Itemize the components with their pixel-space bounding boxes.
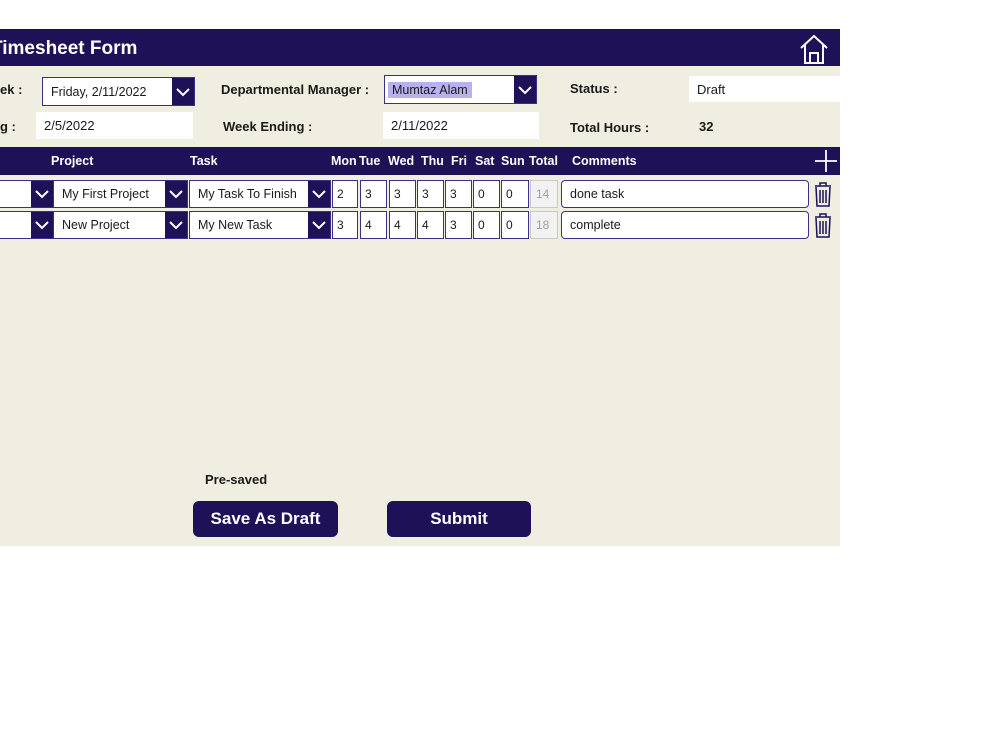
task-value: My Task To Finish: [198, 187, 297, 201]
fri-hours[interactable]: 3: [445, 211, 472, 239]
project-value: My First Project: [62, 187, 149, 201]
row-total: 14: [530, 180, 558, 208]
task-dropdown[interactable]: My New Task: [189, 211, 331, 239]
chevron-down-icon: [172, 78, 194, 105]
chevron-down-icon: [31, 181, 53, 207]
trash-icon[interactable]: [812, 212, 834, 238]
wed-hours[interactable]: 4: [389, 211, 416, 239]
task-dropdown[interactable]: My Task To Finish: [189, 180, 331, 208]
table-row: New Project My New Task 3 4 4 4 3 0 0 18…: [0, 211, 840, 239]
timesheet-app: Timesheet Form ek : Friday, 2/11/2022 De…: [0, 29, 840, 546]
week-label: ek :: [0, 82, 23, 97]
page-title: Timesheet Form: [0, 38, 138, 59]
task-value: My New Task: [198, 218, 273, 232]
project-dropdown[interactable]: My First Project: [53, 180, 188, 208]
col-task: Task: [190, 154, 218, 168]
save-status-text: Pre-saved: [205, 472, 268, 487]
add-row-icon[interactable]: [812, 147, 840, 175]
total-hours-label: Total Hours :: [570, 120, 650, 135]
sat-hours[interactable]: 0: [473, 180, 500, 208]
col-sun: Sun: [501, 154, 525, 168]
col-tue: Tue: [359, 154, 381, 168]
col-total: Total: [529, 154, 558, 168]
wed-hours[interactable]: 3: [389, 180, 416, 208]
employee-dropdown[interactable]: [0, 211, 54, 239]
title-bar: Timesheet Form: [0, 29, 840, 66]
chevron-down-icon: [31, 212, 53, 238]
col-thu: Thu: [421, 154, 444, 168]
tue-hours[interactable]: 3: [360, 180, 387, 208]
manager-label: Departmental Manager :: [221, 82, 370, 97]
project-value: New Project: [62, 218, 130, 232]
thu-hours[interactable]: 3: [417, 180, 444, 208]
week-starting-label: g :: [0, 119, 16, 134]
chevron-down-icon: [514, 76, 536, 103]
thu-hours[interactable]: 4: [417, 211, 444, 239]
chevron-down-icon: [308, 181, 330, 207]
submit-button[interactable]: Submit: [387, 501, 531, 537]
save-as-draft-button[interactable]: Save As Draft: [193, 501, 338, 537]
comment-field[interactable]: done task: [561, 180, 809, 208]
week-ending-field[interactable]: 2/11/2022: [383, 112, 539, 139]
status-field[interactable]: Draft: [689, 76, 840, 102]
total-hours-value: 32: [699, 119, 714, 134]
week-ending-label: Week Ending :: [223, 119, 313, 134]
col-sat: Sat: [475, 154, 495, 168]
status-label: Status :: [570, 81, 618, 96]
week-dropdown[interactable]: Friday, 2/11/2022: [42, 77, 195, 106]
grid-header: Project Task Mon Tue Wed Thu Fri Sat Sun…: [0, 147, 840, 175]
sat-hours[interactable]: 0: [473, 211, 500, 239]
home-icon[interactable]: [797, 32, 831, 66]
table-row: My First Project My Task To Finish 2 3 3…: [0, 180, 840, 208]
col-mon: Mon: [331, 154, 357, 168]
week-starting-field[interactable]: 2/5/2022: [36, 112, 193, 139]
week-dropdown-value: Friday, 2/11/2022: [51, 84, 147, 99]
mon-hours[interactable]: 2: [332, 180, 358, 208]
col-fri: Fri: [451, 154, 467, 168]
col-project: Project: [51, 154, 94, 168]
row-total: 18: [530, 211, 558, 239]
chevron-down-icon: [308, 212, 330, 238]
comment-field[interactable]: complete: [561, 211, 809, 239]
employee-dropdown[interactable]: [0, 180, 54, 208]
col-comments: Comments: [572, 154, 637, 168]
col-wed: Wed: [388, 154, 415, 168]
project-dropdown[interactable]: New Project: [53, 211, 188, 239]
mon-hours[interactable]: 3: [332, 211, 358, 239]
manager-dropdown-value: Mumtaz Alam: [388, 81, 472, 98]
fri-hours[interactable]: 3: [445, 180, 472, 208]
tue-hours[interactable]: 4: [360, 211, 387, 239]
chevron-down-icon: [165, 212, 187, 238]
sun-hours[interactable]: 0: [501, 180, 529, 208]
sun-hours[interactable]: 0: [501, 211, 529, 239]
chevron-down-icon: [165, 181, 187, 207]
trash-icon[interactable]: [812, 181, 834, 207]
manager-dropdown[interactable]: Mumtaz Alam: [384, 75, 537, 104]
